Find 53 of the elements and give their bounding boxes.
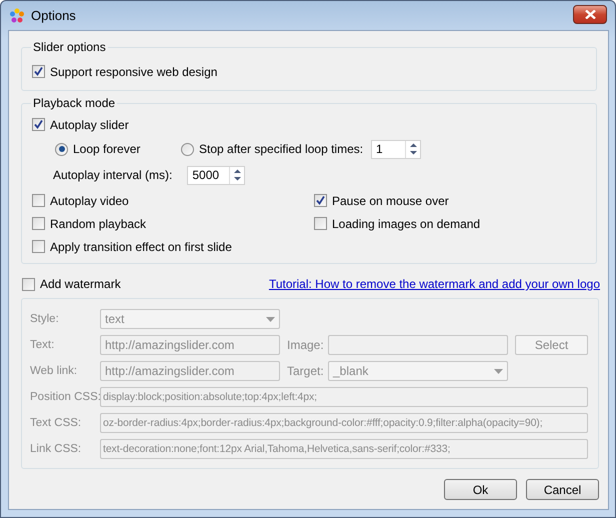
- dropdown-arrow-icon: [266, 316, 275, 322]
- close-icon: [584, 10, 596, 19]
- field-label: Link CSS:: [30, 443, 82, 455]
- css-field[interactable]: text-decoration:none;font:12px Arial,Tahoma,Helvetica,sans-serif;color:#333;: [100, 439, 588, 459]
- close-button[interactable]: [573, 5, 607, 24]
- checkbox-label: Pause on mouse over: [332, 194, 449, 208]
- radio-label: Stop after specified loop times:: [199, 142, 364, 156]
- checkbox-label: Autoplay slider: [50, 118, 129, 132]
- field-label: Image:: [287, 338, 325, 352]
- window-title: Options: [31, 8, 76, 23]
- image-field[interactable]: [328, 335, 508, 355]
- text-field[interactable]: http://amazingslider.com: [100, 335, 280, 355]
- checkbox[interactable]: [32, 118, 45, 131]
- checkbox-label: Support responsive web design: [50, 64, 218, 78]
- spin-arrows-icon[interactable]: [232, 168, 242, 182]
- checkbox[interactable]: [314, 217, 327, 230]
- checkbox-label: Random playback: [50, 216, 146, 230]
- css-field[interactable]: display:block;position:absolute;top:4px;left:4px;: [100, 387, 588, 407]
- checkbox[interactable]: [32, 217, 45, 230]
- checkbox[interactable]: [32, 240, 45, 253]
- field-label: Text:: [30, 339, 56, 351]
- group-title: Slider options: [32, 40, 107, 54]
- field-label: Web link:: [30, 365, 78, 377]
- checkbox-label: Add watermark: [40, 277, 121, 291]
- select-button[interactable]: Select: [515, 335, 588, 355]
- field-label: Text CSS:: [30, 417, 82, 429]
- cancel-button[interactable]: Cancel: [526, 479, 599, 500]
- spin-arrows-icon[interactable]: [408, 142, 418, 156]
- interval-spinbox[interactable]: 5000: [187, 166, 246, 184]
- checkbox[interactable]: [32, 194, 45, 207]
- group-title: Playback mode: [32, 96, 116, 110]
- field-label: Style:: [30, 313, 60, 325]
- radio-button[interactable]: [181, 142, 194, 156]
- checkbox-label: Loading images on demand: [332, 216, 480, 230]
- field-label: Target:: [287, 364, 325, 378]
- field-label: Position CSS:: [30, 391, 100, 403]
- dropdown-arrow-icon: [494, 368, 503, 374]
- loop-times-spinbox[interactable]: 1: [371, 140, 421, 158]
- flower-logo-icon: [9, 8, 25, 24]
- checkbox[interactable]: [314, 194, 327, 207]
- radio-label: Loop forever: [73, 142, 140, 156]
- style-dropdown[interactable]: text: [100, 309, 280, 329]
- tutorial-link[interactable]: Tutorial: How to remove the watermark and add your own logo: [268, 277, 600, 291]
- checkbox-label: Apply transition effect on first slide: [50, 240, 232, 254]
- checkbox-label: Autoplay video: [50, 194, 129, 208]
- checkbox[interactable]: [32, 65, 45, 78]
- target-dropdown[interactable]: _blank: [328, 361, 508, 381]
- css-field[interactable]: oz-border-radius:4px;border-radius:4px;background-color:#fff;opacity:0.9;filter:alpha(opacity=90);: [100, 413, 588, 433]
- interval-label: Autoplay interval (ms):: [53, 168, 172, 182]
- ok-button[interactable]: Ok: [444, 479, 517, 500]
- radio-button[interactable]: [55, 142, 68, 156]
- checkbox[interactable]: [22, 278, 35, 290]
- web-link-field[interactable]: http://amazingslider.com: [100, 361, 280, 381]
